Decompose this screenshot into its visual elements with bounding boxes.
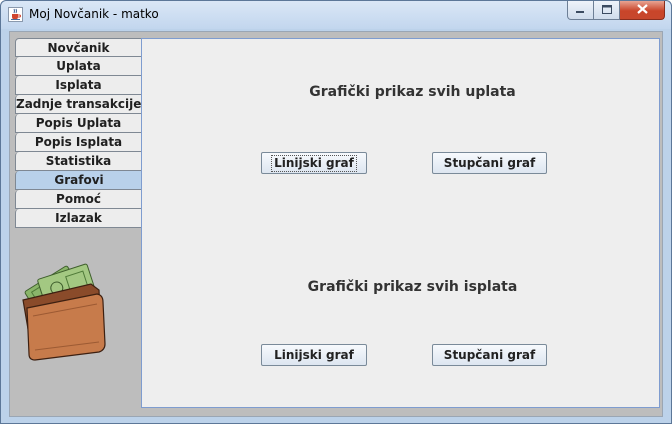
app-window: Moj Novčanik - matko Novčanik Uplata Isp… (0, 0, 672, 424)
window-title: Moj Novčanik - matko (29, 7, 159, 21)
uplate-bar-graph-label: Stupčani graf (443, 156, 536, 170)
window-controls (567, 1, 665, 20)
title-bar[interactable]: Moj Novčanik - matko (1, 1, 671, 29)
sidebar-item-zadnje-transakcije[interactable]: Zadnje transakcije (15, 95, 142, 114)
minimize-button[interactable] (567, 1, 594, 20)
wallet-icon (13, 260, 113, 365)
close-button[interactable] (620, 1, 665, 20)
isplate-line-graph-label: Linijski graf (274, 348, 354, 362)
isplate-bar-graph-label: Stupčani graf (443, 348, 536, 362)
uplate-line-graph-button[interactable]: Linijski graf (261, 152, 367, 174)
uplate-bar-graph-button[interactable]: Stupčani graf (432, 152, 547, 174)
client-area: Novčanik Uplata Isplata Zadnje transakci… (9, 31, 663, 417)
uplate-line-graph-label: Linijski graf (271, 155, 357, 172)
sidebar-item-izlazak[interactable]: Izlazak (15, 209, 142, 228)
java-cup-icon (8, 7, 23, 22)
isplate-heading: Grafički prikaz svih isplata (307, 279, 518, 295)
sidebar-item-uplata[interactable]: Uplata (15, 57, 142, 76)
sidebar-item-statistika[interactable]: Statistika (15, 152, 142, 171)
maximize-icon (601, 3, 612, 17)
isplate-line-graph-button[interactable]: Linijski graf (261, 344, 367, 366)
maximize-button[interactable] (594, 1, 620, 20)
minimize-icon (576, 3, 585, 17)
sidebar-item-grafovi[interactable]: Grafovi (15, 171, 143, 190)
sidebar-item-isplata[interactable]: Isplata (15, 76, 142, 95)
sidebar-item-popis-uplata[interactable]: Popis Uplata (15, 114, 142, 133)
close-icon (636, 3, 648, 17)
sidebar-item-pomoc[interactable]: Pomoć (15, 190, 142, 209)
sidebar-nav: Novčanik Uplata Isplata Zadnje transakci… (15, 38, 143, 228)
sidebar-item-novcanik[interactable]: Novčanik (15, 38, 142, 57)
sidebar-item-popis-isplata[interactable]: Popis Isplata (15, 133, 142, 152)
grafovi-panel: Grafički prikaz svih uplata Linijski gra… (141, 38, 660, 408)
isplate-bar-graph-button[interactable]: Stupčani graf (432, 344, 547, 366)
uplate-heading: Grafički prikaz svih uplata (309, 84, 516, 100)
